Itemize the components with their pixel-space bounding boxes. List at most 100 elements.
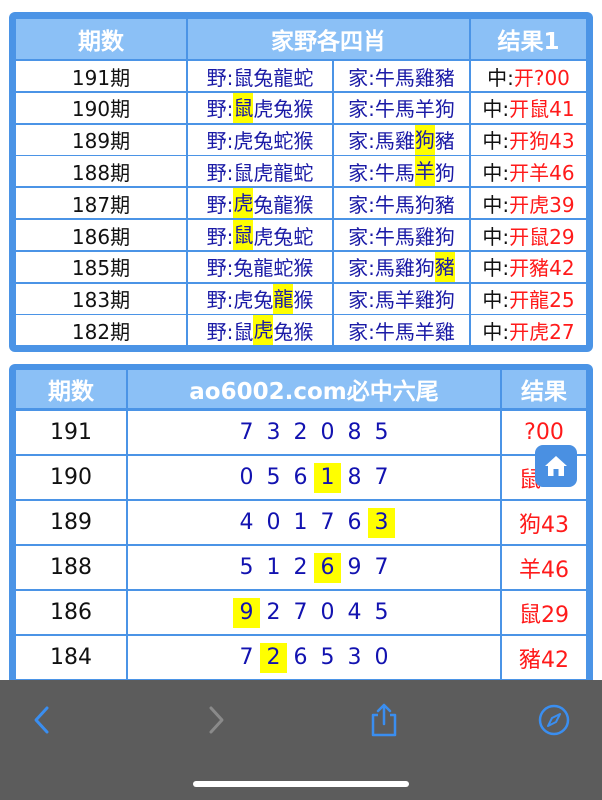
header-result: 结果1 bbox=[471, 19, 586, 59]
wild-zodiac-cell: 野: 鼠虎兔猴 bbox=[188, 315, 334, 346]
issue-cell: 190 bbox=[16, 456, 128, 499]
result-prefix: 中: bbox=[482, 192, 510, 217]
zodiac-char: 羊 bbox=[394, 288, 415, 313]
zodiac-char: 蛇 bbox=[273, 256, 294, 281]
issue-cell: 188期 bbox=[16, 156, 188, 187]
wild-prefix: 野: bbox=[206, 129, 234, 154]
zodiac-char: 猴 bbox=[293, 192, 314, 217]
result-cell: 中: 开豬42 bbox=[471, 252, 586, 282]
zodiac-char: 狗 bbox=[434, 224, 455, 249]
zodiac-char: 兔 bbox=[273, 319, 294, 344]
home-icon bbox=[545, 456, 567, 476]
zodiac-char: 豬 bbox=[434, 129, 455, 154]
result-value: 开虎39 bbox=[509, 192, 575, 217]
result-value: 开鼠29 bbox=[509, 224, 575, 249]
zodiac-char: 狗 bbox=[414, 124, 435, 155]
zodiac-char: 虎 bbox=[253, 160, 274, 185]
zodiac-char: 兔 bbox=[253, 129, 274, 154]
floating-home-button[interactable] bbox=[535, 445, 577, 487]
tail-digit: 5 bbox=[266, 465, 281, 490]
home-zodiac-cell: 家: 牛馬雞豬 bbox=[334, 61, 471, 91]
wild-zodiac-cell: 野: 鼠虎兔蛇 bbox=[188, 220, 334, 250]
issue-cell: 186期 bbox=[16, 220, 188, 250]
tail-digits-cell: 927045 bbox=[128, 591, 502, 634]
zodiac-table-header: 期数 家野各四肖 结果1 bbox=[16, 19, 586, 59]
home-zodiac-cell: 家: 牛馬雞狗 bbox=[334, 220, 471, 250]
header-zodiac-groups: 家野各四肖 bbox=[188, 19, 471, 59]
compass-button[interactable] bbox=[534, 700, 574, 740]
share-button[interactable] bbox=[364, 700, 404, 740]
table-row: 191 7 3 2 0 8 5 ?00 bbox=[16, 411, 586, 454]
home-zodiac-cell: 家: 馬雞狗豬 bbox=[334, 124, 471, 155]
table-row: 187期 野: 虎兔龍猴家: 牛馬狗豬中: 开虎39 bbox=[16, 188, 586, 219]
zodiac-char: 狗 bbox=[434, 160, 455, 185]
tail-digit: 6 bbox=[347, 510, 362, 535]
tail-digits-cell: 726530 bbox=[128, 636, 502, 679]
zodiac-char: 馬 bbox=[374, 129, 395, 154]
result-cell: 中: 开虎27 bbox=[471, 315, 586, 345]
zodiac-char: 豬 bbox=[434, 192, 455, 217]
table-row: 182期 野: 鼠虎兔猴家: 牛馬羊雞中: 开虎27 bbox=[16, 315, 586, 346]
zodiac-char: 龍 bbox=[253, 256, 274, 281]
tail-digit: 6 bbox=[293, 645, 308, 670]
zodiac-char: 牛 bbox=[374, 319, 395, 344]
result-cell: 中: 开狗43 bbox=[471, 125, 586, 155]
zodiac-char: 羊 bbox=[414, 156, 435, 187]
zodiac-char: 兔 bbox=[253, 192, 274, 217]
wild-zodiac-cell: 野: 鼠虎龍蛇 bbox=[188, 156, 334, 187]
issue-cell: 190期 bbox=[16, 92, 188, 123]
result-value: 开羊46 bbox=[509, 160, 575, 185]
issue-cell: 191 bbox=[16, 411, 128, 454]
zodiac-char: 猴 bbox=[293, 256, 314, 281]
tail-digit: 7 bbox=[239, 420, 254, 445]
zodiac-char: 猴 bbox=[293, 129, 314, 154]
zodiac-char: 龍 bbox=[273, 160, 294, 185]
tail-digit: 8 bbox=[347, 420, 362, 445]
zodiac-char: 龍 bbox=[273, 65, 294, 90]
home-prefix: 家: bbox=[348, 192, 375, 217]
wild-prefix: 野: bbox=[206, 224, 234, 249]
table-row: 188期 野: 鼠虎龍蛇家: 牛馬羊狗中: 开羊46 bbox=[16, 156, 586, 187]
zodiac-char: 鼠 bbox=[233, 319, 254, 344]
table-row: 184 7 2 6 5 3 0 豬42 bbox=[16, 636, 586, 679]
issue-cell: 189 bbox=[16, 501, 128, 544]
wild-prefix: 野: bbox=[206, 65, 234, 90]
result-prefix: 中: bbox=[482, 319, 510, 344]
tail-digits-cell: 056187 bbox=[128, 456, 502, 499]
home-zodiac-cell: 家: 牛馬羊雞 bbox=[334, 315, 471, 346]
home-prefix: 家: bbox=[348, 319, 375, 344]
back-button[interactable] bbox=[22, 700, 62, 740]
tail-table-panel: 期数 ao6002.com必中六尾 结果 191 7 3 2 0 8 5 ?00 190 0 5 6 1… bbox=[9, 364, 593, 704]
zodiac-char: 馬 bbox=[394, 65, 415, 90]
home-prefix: 家: bbox=[348, 65, 375, 90]
wild-zodiac-cell: 野: 鼠兔龍蛇 bbox=[188, 61, 334, 91]
wild-prefix: 野: bbox=[206, 97, 234, 122]
home-zodiac-cell: 家: 馬羊雞狗 bbox=[334, 283, 471, 314]
home-prefix: 家: bbox=[348, 256, 375, 281]
forward-button[interactable] bbox=[196, 700, 236, 740]
home-zodiac-cell: 家: 牛馬羊狗 bbox=[334, 156, 471, 187]
result-cell: 中: 开龍25 bbox=[471, 284, 586, 314]
zodiac-char: 虎 bbox=[253, 224, 274, 249]
zodiac-char: 牛 bbox=[374, 224, 395, 249]
zodiac-char: 鼠 bbox=[233, 92, 254, 123]
tail-digit: 9 bbox=[347, 555, 362, 580]
tail-digit: 5 bbox=[374, 420, 389, 445]
share-icon bbox=[371, 703, 397, 737]
result-cell: 中: 开羊46 bbox=[471, 156, 586, 186]
zodiac-char: 虎 bbox=[233, 129, 254, 154]
issue-cell: 182期 bbox=[16, 315, 188, 346]
tail-digit: 4 bbox=[239, 510, 254, 535]
tail-digit: 7 bbox=[239, 645, 254, 670]
result-cell: 中: 开?00 bbox=[471, 61, 586, 91]
tail-digit: 5 bbox=[239, 555, 254, 580]
table-row: 190056187鼠41 bbox=[16, 456, 586, 499]
back-chevron-icon bbox=[34, 706, 49, 734]
tail-digits-cell: 401763 bbox=[128, 501, 502, 544]
table-row: 189期 野: 虎兔蛇猴家: 馬雞狗豬中: 开狗43 bbox=[16, 124, 586, 155]
tail-digits-cell: 732085 bbox=[128, 411, 502, 454]
tail-digit: 0 bbox=[239, 465, 254, 490]
zodiac-char: 虎 bbox=[233, 288, 254, 313]
home-prefix: 家: bbox=[348, 97, 375, 122]
tail-digit: 6 bbox=[314, 552, 341, 583]
